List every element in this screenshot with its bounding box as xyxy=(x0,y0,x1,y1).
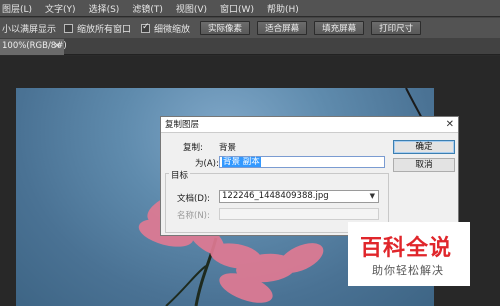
watermark-logo: 百科全说 助你轻松解决 xyxy=(348,222,470,286)
scrubby-zoom-checkbox[interactable]: 细微缩放 xyxy=(141,22,190,35)
scrubby-zoom-label: 细微缩放 xyxy=(154,24,191,35)
layer-name-input[interactable]: 背景 副本 xyxy=(219,156,385,168)
name-label: 名称(N): xyxy=(177,211,210,221)
checkbox-box-checked[interactable] xyxy=(141,22,151,33)
menu-help[interactable]: 帮助(H) xyxy=(267,2,299,15)
copy-label: 复制: xyxy=(183,143,203,153)
fill-screen-button[interactable]: 填充屏幕 xyxy=(314,21,365,35)
close-tab-icon[interactable]: × xyxy=(53,39,61,54)
print-size-button[interactable]: 打印尺寸 xyxy=(371,21,422,35)
menu-filter[interactable]: 滤镜(T) xyxy=(132,2,163,15)
target-group-title: 目标 xyxy=(169,169,191,181)
chevron-down-icon: ▼ xyxy=(369,192,375,200)
menu-window[interactable]: 窗口(W) xyxy=(220,2,254,15)
copy-value: 背景 xyxy=(219,143,237,153)
name-input xyxy=(219,208,379,220)
menu-view[interactable]: 视图(V) xyxy=(176,2,207,15)
menu-layer[interactable]: 图层(L) xyxy=(2,2,32,15)
zoom-all-windows-label: 缩放所有窗口 xyxy=(77,24,132,35)
ok-button[interactable]: 确定 xyxy=(393,140,455,154)
document-tab-bar: 100%(RGB/8#) × xyxy=(0,38,500,55)
zoom-all-windows-checkbox[interactable]: 缩放所有窗口 xyxy=(64,22,131,35)
close-icon[interactable]: ✕ xyxy=(446,117,454,133)
fit-screen-label: 小以满屏显示 xyxy=(2,24,57,35)
document-label: 文档(D): xyxy=(177,194,211,204)
dialog-title-bar: 复制图层 ✕ xyxy=(161,117,458,133)
menu-select[interactable]: 选择(S) xyxy=(89,2,120,15)
dialog-title: 复制图层 xyxy=(165,120,200,130)
options-bar: 小以满屏显示 缩放所有窗口 细微缩放 实际像素 适合屏幕 填充屏幕 打印尺寸 xyxy=(0,17,500,38)
duplicate-layer-dialog: 复制图层 ✕ 复制: 背景 为(A): 背景 副本 目标 文档(D): 1222… xyxy=(160,116,459,236)
checkbox-box[interactable] xyxy=(64,23,74,33)
fit-screen-button[interactable]: 适合屏幕 xyxy=(257,21,308,35)
cancel-button[interactable]: 取消 xyxy=(393,158,455,172)
document-tab[interactable]: 100%(RGB/8#) × xyxy=(0,39,67,55)
actual-pixels-button[interactable]: 实际像素 xyxy=(200,21,251,35)
document-select-value: 122246_1448409388.jpg xyxy=(222,191,329,201)
menu-bar: 图层(L) 文字(Y) 选择(S) 滤镜(T) 视图(V) 窗口(W) 帮助(H… xyxy=(0,0,500,16)
watermark-subtitle: 助你轻松解决 xyxy=(372,264,444,277)
document-select[interactable]: 122246_1448409388.jpg ▼ xyxy=(219,190,379,203)
menu-type[interactable]: 文字(Y) xyxy=(45,2,76,15)
layer-name-value: 背景 副本 xyxy=(222,157,261,167)
watermark-title: 百科全说 xyxy=(360,236,453,261)
as-label: 为(A): xyxy=(195,159,219,169)
